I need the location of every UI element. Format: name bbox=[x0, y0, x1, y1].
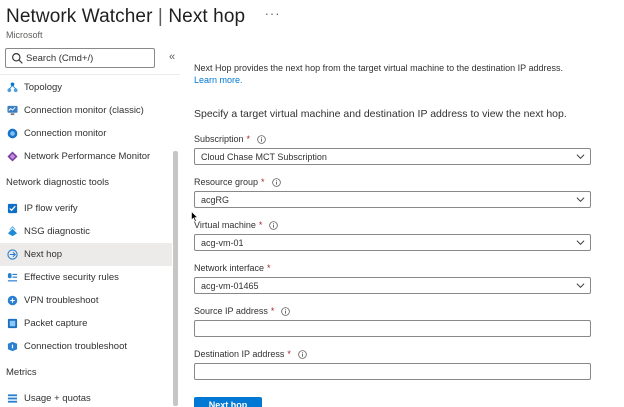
page-subtitle: Microsoft bbox=[6, 30, 43, 40]
info-icon[interactable] bbox=[298, 349, 307, 359]
resource-group-label: Resource group * bbox=[194, 177, 281, 187]
sidebar-scrollbar[interactable] bbox=[173, 151, 178, 406]
sidebar-nav: Topology Connection monitor (classic) Co… bbox=[0, 76, 172, 407]
source-ip-field[interactable] bbox=[194, 320, 591, 339]
field-label-text: Destination IP address bbox=[194, 349, 285, 359]
network-interface-dropdown[interactable]: acg-vm-01465 bbox=[194, 277, 591, 294]
sidebar-item-network-performance-monitor[interactable]: Network Performance Monitor bbox=[0, 145, 172, 168]
vpn-troubleshoot-icon bbox=[7, 295, 18, 306]
sidebar-item-label: Usage + quotas bbox=[24, 393, 91, 404]
sidebar-item-nsg-diagnostic[interactable]: NSG diagnostic bbox=[0, 220, 172, 243]
destination-ip-label: Destination IP address * bbox=[194, 349, 307, 359]
search-icon bbox=[12, 53, 23, 64]
sidebar-item-topology[interactable]: Topology bbox=[0, 76, 172, 99]
sidebar-divider bbox=[0, 74, 180, 75]
network-performance-monitor-icon bbox=[7, 151, 18, 162]
sidebar-item-packet-capture[interactable]: Packet capture bbox=[0, 312, 172, 335]
sidebar-search-box[interactable] bbox=[5, 48, 155, 68]
sidebar-item-connection-monitor[interactable]: Connection monitor bbox=[0, 122, 172, 145]
field-label-text: Network interface bbox=[194, 263, 265, 273]
sidebar-item-next-hop[interactable]: Next hop bbox=[0, 243, 172, 266]
sidebar-item-label: Packet capture bbox=[24, 318, 88, 329]
effective-security-rules-icon bbox=[7, 272, 18, 282]
more-actions-button[interactable]: ··· bbox=[265, 6, 281, 21]
intro-text: Next Hop provides the next hop from the … bbox=[194, 62, 614, 86]
info-icon[interactable] bbox=[271, 177, 281, 187]
subscription-value: Cloud Chase MCT Subscription bbox=[201, 152, 327, 162]
next-hop-button[interactable]: Next hop bbox=[194, 397, 262, 407]
sidebar-item-connection-monitor-classic[interactable]: Connection monitor (classic) bbox=[0, 99, 172, 122]
page-title-blade: Next hop bbox=[168, 6, 246, 27]
required-marker: * bbox=[246, 134, 251, 144]
virtual-machine-dropdown[interactable]: acg-vm-01 bbox=[194, 234, 591, 251]
chevron-down-icon bbox=[576, 240, 585, 246]
required-marker: * bbox=[287, 349, 291, 359]
sidebar-section-metrics: Metrics bbox=[6, 367, 37, 378]
usage-quotas-icon bbox=[7, 394, 18, 403]
sidebar-item-label: Connection monitor (classic) bbox=[24, 105, 144, 116]
mouse-cursor-icon bbox=[191, 211, 198, 222]
destination-ip-field[interactable] bbox=[194, 363, 591, 382]
search-input[interactable] bbox=[26, 51, 152, 66]
required-marker: * bbox=[267, 263, 271, 273]
ip-flow-verify-icon bbox=[7, 203, 18, 214]
collapse-sidebar-button[interactable]: « bbox=[165, 50, 179, 64]
sidebar-item-label: Network Performance Monitor bbox=[24, 151, 151, 162]
sidebar-item-vpn-troubleshoot[interactable]: VPN troubleshoot bbox=[0, 289, 172, 312]
connection-troubleshoot-icon bbox=[7, 341, 18, 352]
resource-group-dropdown[interactable]: acgRG bbox=[194, 191, 591, 208]
topology-icon bbox=[7, 82, 18, 93]
sidebar-item-label: Next hop bbox=[24, 249, 63, 260]
source-ip-label: Source IP address * bbox=[194, 306, 291, 316]
field-label-text: Source IP address bbox=[194, 306, 268, 316]
sidebar-item-label: NSG diagnostic bbox=[24, 226, 91, 237]
intro-description: Next Hop provides the next hop from the … bbox=[194, 63, 564, 73]
field-label-text: Subscription bbox=[194, 134, 244, 144]
packet-capture-icon bbox=[7, 318, 18, 329]
resource-group-value: acgRG bbox=[201, 195, 230, 205]
sidebar-item-label: Connection troubleshoot bbox=[24, 341, 127, 352]
sidebar-item-effective-security-rules[interactable]: Effective security rules bbox=[0, 266, 172, 289]
network-interface-label: Network interface * bbox=[194, 263, 271, 273]
sidebar-item-ip-flow-verify[interactable]: IP flow verify bbox=[0, 197, 172, 220]
page-header: Network Watcher | Next hop ··· Microsoft bbox=[6, 6, 616, 42]
chevron-down-icon bbox=[576, 154, 585, 160]
page-title-separator: | bbox=[157, 6, 163, 27]
sidebar-item-usage-quotas[interactable]: Usage + quotas bbox=[0, 387, 172, 407]
page-title-service: Network Watcher bbox=[6, 6, 153, 27]
info-icon[interactable] bbox=[269, 220, 279, 230]
virtual-machine-label: Virtual machine * bbox=[194, 220, 279, 230]
sidebar-item-label: VPN troubleshoot bbox=[24, 295, 99, 306]
sidebar-item-label: Topology bbox=[24, 82, 63, 93]
chevron-down-icon bbox=[576, 283, 585, 289]
info-icon[interactable] bbox=[257, 134, 266, 144]
source-ip-input[interactable] bbox=[195, 323, 590, 339]
sidebar-search-row: « bbox=[5, 48, 180, 70]
learn-more-link[interactable]: Learn more. bbox=[194, 75, 243, 85]
next-hop-icon bbox=[7, 249, 18, 260]
chevron-down-icon bbox=[576, 197, 585, 203]
required-marker: * bbox=[261, 177, 265, 187]
connection-monitor-classic-icon bbox=[7, 105, 18, 116]
subscription-dropdown[interactable]: Cloud Chase MCT Subscription bbox=[194, 148, 591, 165]
field-label-text: Resource group bbox=[194, 177, 259, 187]
nsg-diagnostic-icon bbox=[7, 226, 18, 237]
field-label-text: Virtual machine bbox=[194, 220, 256, 230]
subscription-label: Subscription * bbox=[194, 134, 266, 144]
required-marker: * bbox=[270, 306, 275, 316]
page-title: Network Watcher | Next hop ··· bbox=[6, 6, 616, 28]
virtual-machine-value: acg-vm-01 bbox=[201, 238, 244, 248]
network-interface-value: acg-vm-01465 bbox=[201, 281, 259, 291]
sidebar-item-label: IP flow verify bbox=[24, 203, 78, 214]
sidebar: « Topology Connection monitor (classic) … bbox=[0, 46, 180, 407]
required-marker: * bbox=[258, 220, 263, 230]
destination-ip-input[interactable] bbox=[195, 366, 590, 382]
lead-text: Specify a target virtual machine and des… bbox=[194, 108, 567, 120]
sidebar-item-label: Connection monitor bbox=[24, 128, 107, 139]
sidebar-item-label: Effective security rules bbox=[24, 272, 119, 283]
sidebar-section-diagnostic-tools: Network diagnostic tools bbox=[6, 177, 109, 188]
connection-monitor-icon bbox=[7, 128, 18, 139]
info-icon[interactable] bbox=[281, 306, 291, 316]
sidebar-item-connection-troubleshoot[interactable]: Connection troubleshoot bbox=[0, 335, 172, 358]
